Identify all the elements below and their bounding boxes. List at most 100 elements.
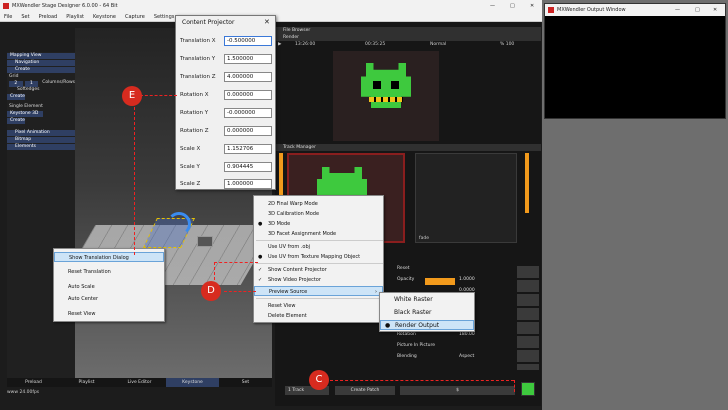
minimize-button[interactable]: —	[490, 3, 495, 9]
property-row[interactable]: Rotation 180.00	[397, 332, 515, 342]
blend-mode[interactable]: Normal	[430, 42, 446, 47]
render-header[interactable]: Render	[275, 34, 541, 41]
radio-dot-icon: ●	[258, 221, 263, 227]
property-row[interactable]: Reset	[397, 266, 515, 276]
elements-section[interactable]: Elements	[7, 144, 75, 150]
menu-separator	[256, 240, 383, 241]
menu-settings[interactable]: Settings	[154, 14, 175, 20]
scale-y-input[interactable]: 0.904445	[224, 162, 272, 172]
create-element-button[interactable]: Create	[7, 118, 25, 124]
menu-3d-calibration-mode[interactable]: 3D Calibration Mode	[254, 209, 383, 219]
bitmap-section[interactable]: Bitmap	[7, 137, 75, 143]
invader-teeth	[369, 97, 403, 102]
time-mid: 00:35:25	[365, 42, 386, 47]
pixel-animation-section[interactable]: Pixel Animation	[7, 130, 75, 136]
callout-e-connector	[140, 95, 177, 96]
menu-reset-view[interactable]: Reset View	[54, 309, 164, 319]
rotation-z-input[interactable]: 0.000000	[224, 126, 272, 136]
menu-show-video-projector[interactable]: ✓ Show Video Projector	[254, 275, 383, 285]
create-grid-button[interactable]: Create	[7, 94, 25, 100]
menu-keystone[interactable]: Keystone	[93, 14, 116, 20]
app-logo-icon	[548, 7, 554, 13]
menu-reset-view[interactable]: Reset View	[254, 301, 383, 311]
property-value[interactable]: 180.00	[459, 332, 475, 337]
property-value[interactable]: Aspect	[459, 354, 474, 359]
create-section[interactable]: Create	[7, 67, 75, 73]
field-row: Translation Z 4.000000	[180, 72, 274, 83]
navigation-section[interactable]: Navigation	[7, 60, 75, 66]
menu-black-raster[interactable]: Black Raster	[380, 308, 474, 318]
element-context-menu: 2D Final Warp Mode 3D Calibration Mode ●…	[253, 195, 384, 323]
track-slot-empty[interactable]	[415, 153, 517, 243]
softedges-checkbox[interactable]: Softedges	[7, 87, 75, 93]
menu-use-uv-obj[interactable]: Use UV from .obj	[254, 242, 383, 252]
menu-preview-source[interactable]: Preview Source ›	[254, 286, 383, 296]
mapping-sidebar: Mapping View Navigation Create Grid 2 1 …	[7, 52, 75, 378]
scale-x-input[interactable]: 1.152706	[224, 144, 272, 154]
menu-use-uv-texture-mapping[interactable]: ● Use UV from Texture Mapping Object	[254, 252, 383, 262]
callout-c-connector	[330, 380, 514, 381]
invader-thumbnail-button[interactable]	[521, 382, 535, 396]
scale-z-input[interactable]: 1.000000	[224, 179, 272, 189]
translation-z-input[interactable]: 4.000000	[224, 72, 272, 82]
track-orange-bar	[525, 153, 529, 213]
property-row[interactable]: Picture In Picture	[397, 343, 515, 353]
tab-preload[interactable]: Preload	[7, 378, 60, 387]
output-title-bar: MXWendler Output Window — □ ✕	[545, 4, 725, 16]
tab-set[interactable]: Set	[219, 378, 272, 387]
maximize-button[interactable]: □	[510, 3, 515, 9]
output-window-title: MXWendler Output Window	[557, 7, 626, 13]
menu-reset-translation[interactable]: Reset Translation	[54, 267, 164, 277]
menu-auto-scale[interactable]: Auto Scale	[54, 282, 164, 292]
single-element-label: Single Element	[9, 104, 43, 109]
menu-preload[interactable]: Preload	[39, 14, 58, 20]
rotation-x-input[interactable]: 0.000000	[224, 90, 272, 100]
menu-3d-facet-assignment-mode[interactable]: 3D Facet Assignment Mode	[254, 229, 383, 239]
create-patch-button[interactable]: Create Patch	[335, 386, 395, 395]
projector-object[interactable]	[197, 236, 213, 247]
file-browser-header[interactable]: File Browser	[275, 27, 541, 34]
field-label: Translation Y	[180, 56, 216, 62]
mapping-view-header[interactable]: Mapping View	[7, 53, 75, 59]
menu-file[interactable]: File	[4, 14, 12, 20]
translation-y-input[interactable]: 1.500000	[224, 54, 272, 64]
menu-auto-center[interactable]: Auto Center	[54, 294, 164, 304]
translation-x-input[interactable]: -0.500000	[224, 36, 272, 46]
menu-capture[interactable]: Capture	[125, 14, 145, 20]
callout-d-connector	[224, 291, 256, 292]
dollar-button[interactable]: $	[400, 386, 515, 395]
menu-delete-element[interactable]: Delete Element	[254, 311, 383, 321]
viewport-context-menu: Show Translation Dialog Reset Translatio…	[53, 248, 165, 322]
menu-set[interactable]: Set	[21, 14, 29, 20]
field-label: Scale X	[180, 146, 201, 152]
tab-playlist[interactable]: Playlist	[60, 378, 113, 387]
menu-playlist[interactable]: Playlist	[66, 14, 84, 20]
menu-2d-final-warp-mode[interactable]: 2D Final Warp Mode	[254, 199, 383, 209]
track-manager-header[interactable]: Track Manager	[275, 144, 541, 151]
close-button[interactable]: ✕	[713, 7, 717, 13]
dialog-close-button[interactable]: ✕	[264, 18, 270, 26]
property-value[interactable]: 1.0000	[459, 277, 475, 282]
close-button[interactable]: ✕	[530, 3, 534, 9]
menu-show-translation-dialog[interactable]: Show Translation Dialog	[54, 252, 164, 262]
title-bar: MXWendler Stage Designer 6.0.00 - 64 Bit…	[0, 0, 542, 13]
minimize-button[interactable]: —	[675, 7, 680, 13]
rotation-y-input[interactable]: -0.000000	[224, 108, 272, 118]
gizmo-arrow-icon[interactable]	[167, 212, 191, 236]
menu-render-output[interactable]: ● Render Output	[380, 320, 474, 330]
tab-live-editor[interactable]: Live Editor	[113, 378, 166, 387]
fade-label: fade	[419, 236, 429, 241]
play-icon[interactable]: ▶	[278, 42, 281, 47]
property-row[interactable]: Opacity 1.0000	[397, 277, 515, 287]
field-row: Rotation Y -0.000000	[180, 108, 274, 119]
opacity-bar	[425, 278, 455, 285]
menu-3d-mode[interactable]: ● 3D Mode	[254, 219, 383, 229]
menu-white-raster[interactable]: White Raster	[380, 295, 474, 305]
property-row[interactable]: Blending Aspect	[397, 354, 515, 364]
app-logo-icon	[3, 3, 9, 9]
tab-keystone[interactable]: Keystone	[166, 378, 219, 387]
maximize-button[interactable]: □	[695, 7, 700, 13]
menu-show-content-projector[interactable]: ✓ Show Content Projector	[254, 265, 383, 275]
field-row: Rotation Z 0.000000	[180, 126, 274, 137]
element-type-select[interactable]: Keystone 3D	[7, 111, 43, 117]
